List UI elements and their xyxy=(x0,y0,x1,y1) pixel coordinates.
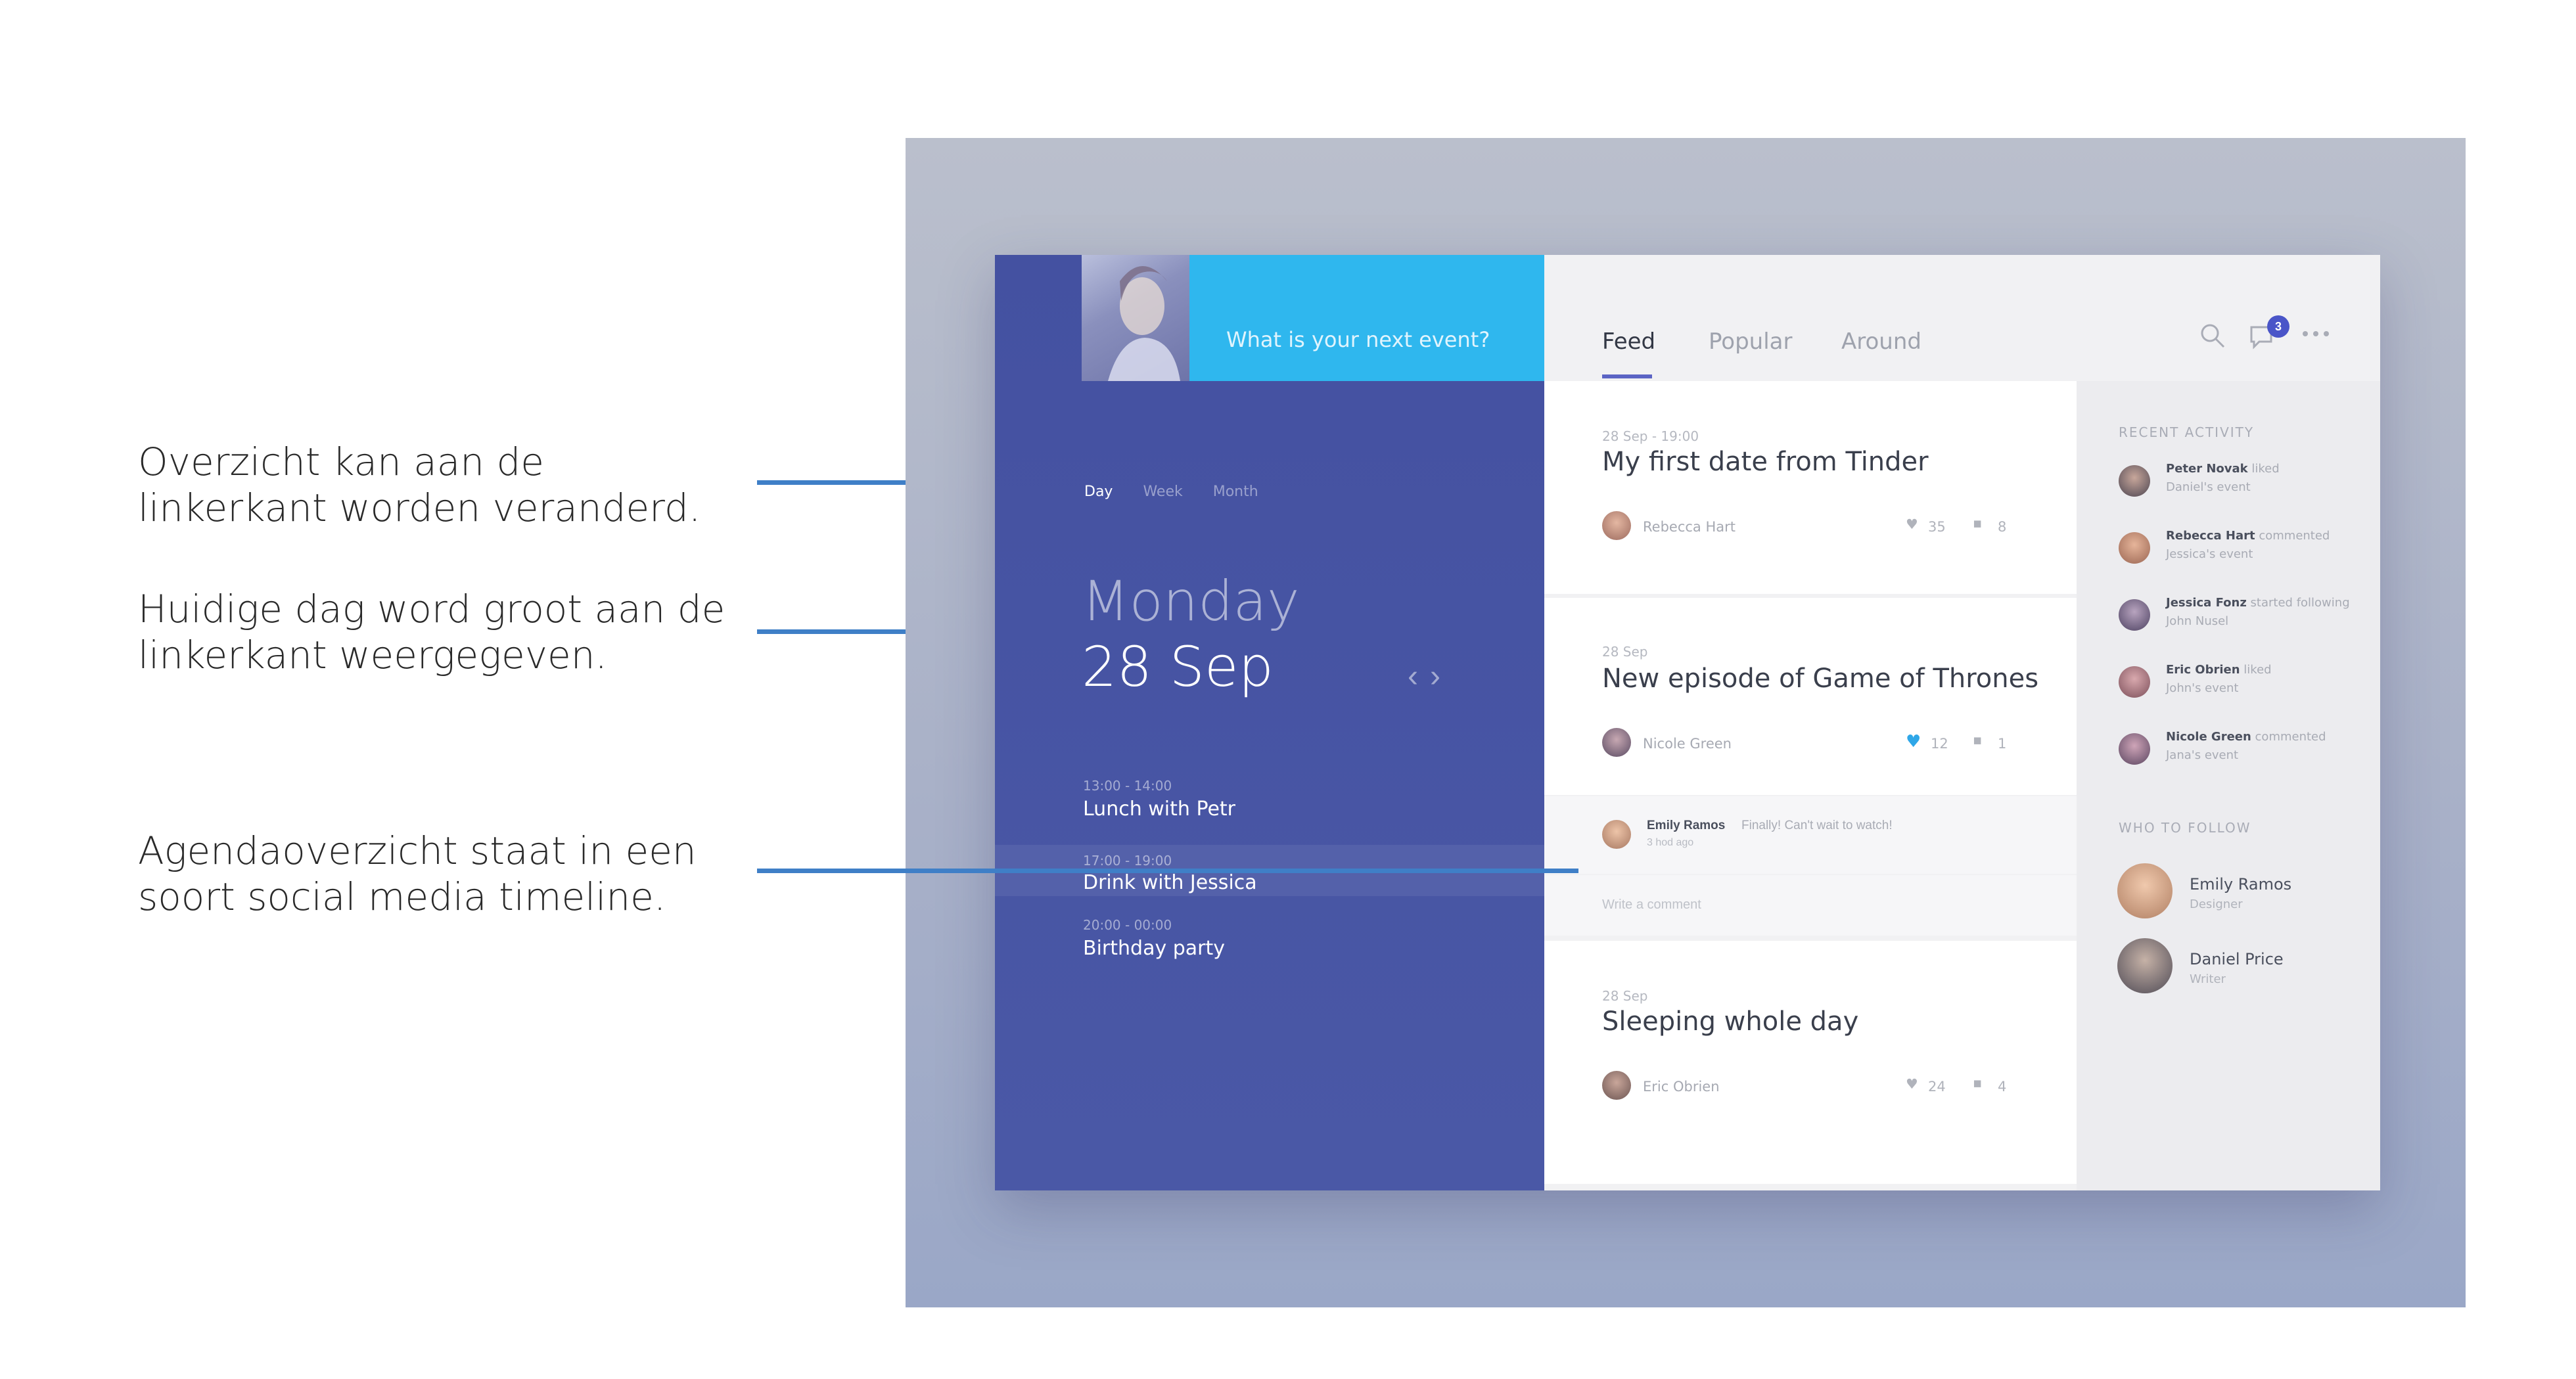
comment-count: 4 xyxy=(1998,1079,2007,1095)
comment-author[interactable]: Emily Ramos xyxy=(1647,819,1725,833)
new-event-input[interactable]: What is your next event? xyxy=(1189,255,1544,381)
annotation-timeline: Agendaoverzicht staat in een soort socia… xyxy=(138,828,697,919)
agenda-title: Birthday party xyxy=(1083,937,1226,960)
comment-count: 8 xyxy=(1998,519,2007,535)
view-tab-week[interactable]: Week xyxy=(1143,484,1182,500)
activity-item[interactable]: Jessica Fonz started following John Nusel xyxy=(2166,594,2363,631)
follow-role: Writer xyxy=(2190,972,2226,986)
comment-icon[interactable]: ▪ xyxy=(1973,1075,1982,1091)
view-tab-month[interactable]: Month xyxy=(1213,484,1258,500)
follow-name[interactable]: Daniel Price xyxy=(2190,950,2284,968)
comment-item: Emily Ramos Finally! Can't wait to watch… xyxy=(1544,796,2077,874)
activity-sidebar: RECENT ACTIVITY Peter Novak liked Daniel'… xyxy=(2077,381,2380,1190)
activity-avatar[interactable] xyxy=(2119,465,2150,497)
follow-name[interactable]: Emily Ramos xyxy=(2190,875,2291,893)
follow-avatar[interactable] xyxy=(2117,938,2173,993)
chevron-right-icon[interactable]: › xyxy=(1430,659,1452,694)
author-avatar[interactable] xyxy=(1602,728,1631,757)
heart-icon[interactable]: ♥ xyxy=(1906,1076,1918,1092)
heart-icon[interactable]: ♥ xyxy=(1906,732,1921,752)
chevron-left-icon[interactable]: ‹ xyxy=(1408,659,1430,694)
more-icon[interactable] xyxy=(2300,327,2333,340)
activity-item[interactable]: Nicole Green commented Jana's event xyxy=(2166,728,2363,765)
top-bar: Feed Popular Around 3 xyxy=(1544,255,2380,381)
comment-text: Finally! Can't wait to watch! xyxy=(1741,819,1893,832)
author-name[interactable]: Eric Obrien xyxy=(1643,1079,1720,1095)
active-tab-indicator xyxy=(1602,374,1652,378)
activity-item[interactable]: Peter Novak liked Daniel's event xyxy=(2166,460,2363,497)
tab-around[interactable]: Around xyxy=(1841,328,1921,355)
search-icon[interactable] xyxy=(2197,321,2228,351)
author-name[interactable]: Rebecca Hart xyxy=(1643,519,1736,535)
tab-popular[interactable]: Popular xyxy=(1709,328,1792,355)
calendar-panel: What is your next event? Day Week Month … xyxy=(995,255,1544,1190)
author-name[interactable]: Nicole Green xyxy=(1643,736,1732,752)
agenda-time: 20:00 - 00:00 xyxy=(1083,917,1172,933)
card-time: 28 Sep xyxy=(1602,988,1648,1004)
current-day-name: Monday xyxy=(1082,569,1300,633)
date-navigation: ‹› xyxy=(1408,658,1452,694)
author-avatar[interactable] xyxy=(1602,1071,1631,1100)
view-switcher: Day Week Month xyxy=(1084,484,1258,500)
follow-role: Designer xyxy=(2190,897,2243,911)
heart-icon[interactable]: ♥ xyxy=(1906,516,1918,532)
profile-photo-image xyxy=(1108,266,1180,381)
annotation-view-switch: Overzicht kan aan de linkerkant worden v… xyxy=(138,440,701,530)
comment-icon[interactable]: ▪ xyxy=(1973,732,1982,748)
like-count: 24 xyxy=(1928,1079,1946,1095)
author-avatar[interactable] xyxy=(1602,511,1631,540)
card-title: Sleeping whole day xyxy=(1602,1006,1859,1037)
agenda-time: 17:00 - 19:00 xyxy=(1083,853,1172,869)
activity-avatar[interactable] xyxy=(2119,733,2150,765)
annotation-current-day: Huidige dag word groot aan de linkerkant… xyxy=(138,587,725,677)
feed-card[interactable]: 28 Sep - 19:00 My first date from Tinder… xyxy=(1544,381,2077,594)
feed-card[interactable]: 28 Sep Sleeping whole day Eric Obrien ♥ … xyxy=(1544,941,2077,1184)
activity-avatar[interactable] xyxy=(2119,532,2150,564)
agenda-item[interactable]: 20:00 - 00:00 Birthday party xyxy=(995,917,1544,970)
comment-time: 3 hod ago xyxy=(1647,837,1694,848)
feed-card[interactable]: 28 Sep New episode of Game of Thrones Ni… xyxy=(1544,598,2077,795)
app-window: What is your next event? Day Week Month … xyxy=(995,255,2380,1190)
comment-icon[interactable]: ▪ xyxy=(1973,515,1982,531)
like-count: 35 xyxy=(1928,519,1946,535)
agenda-title: Drink with Jessica xyxy=(1083,871,1257,894)
activity-item[interactable]: Eric Obrien liked John's event xyxy=(2166,661,2363,698)
card-time: 28 Sep - 19:00 xyxy=(1602,428,1699,444)
comment-avatar[interactable] xyxy=(1602,820,1631,849)
feed-list: 28 Sep - 19:00 My first date from Tinder… xyxy=(1544,381,2077,1190)
current-date: 28 Sep xyxy=(1082,635,1274,699)
comment-count: 1 xyxy=(1998,736,2007,752)
activity-avatar[interactable] xyxy=(2119,599,2150,631)
comment-placeholder: Write a comment xyxy=(1602,897,1701,912)
new-event-placeholder: What is your next event? xyxy=(1226,327,1490,352)
comment-input[interactable]: Write a comment xyxy=(1544,875,2077,936)
notification-badge: 3 xyxy=(2267,315,2289,338)
like-count: 12 xyxy=(1931,736,1948,752)
activity-item[interactable]: Rebecca Hart commented Jessica's event xyxy=(2166,527,2363,564)
agenda-title: Lunch with Petr xyxy=(1083,798,1236,821)
agenda-item[interactable]: 13:00 - 14:00 Lunch with Petr xyxy=(995,778,1544,846)
card-time: 28 Sep xyxy=(1602,644,1648,660)
card-title: New episode of Game of Thrones xyxy=(1602,664,2039,694)
tab-feed[interactable]: Feed xyxy=(1602,328,1655,355)
recent-activity-heading: RECENT ACTIVITY xyxy=(2119,424,2255,440)
agenda-time: 13:00 - 14:00 xyxy=(1083,778,1172,794)
profile-avatar[interactable] xyxy=(1082,255,1189,381)
who-to-follow-heading: WHO TO FOLLOW xyxy=(2119,820,2251,836)
view-tab-day[interactable]: Day xyxy=(1084,484,1113,500)
follow-avatar[interactable] xyxy=(2117,863,2173,918)
activity-avatar[interactable] xyxy=(2119,666,2150,698)
card-title: My first date from Tinder xyxy=(1602,447,1929,477)
leader-line-timeline xyxy=(757,869,1578,873)
